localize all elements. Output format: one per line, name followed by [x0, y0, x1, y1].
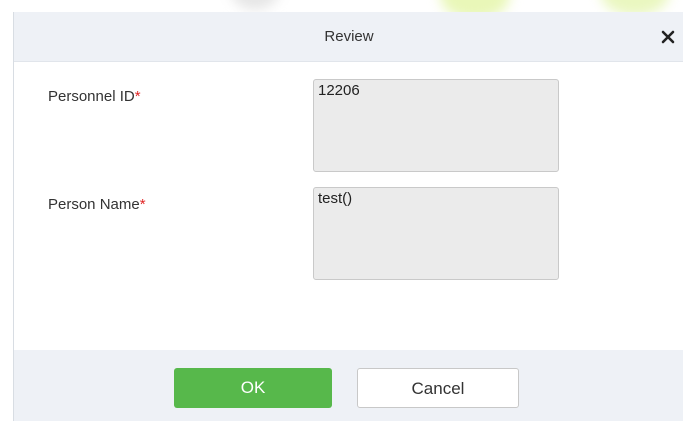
- cancel-button[interactable]: Cancel: [357, 368, 519, 408]
- person-name-label-text: Person Name: [48, 196, 140, 213]
- required-marker: *: [139, 196, 146, 213]
- dialog-header: Review: [14, 12, 683, 62]
- dialog-footer: OK Cancel: [14, 350, 683, 421]
- dialog-title: Review: [324, 28, 374, 45]
- close-icon[interactable]: [656, 25, 680, 49]
- personnel-id-label-text: Personnel ID: [48, 88, 135, 105]
- required-marker: *: [134, 88, 141, 105]
- review-dialog: Review Personnel ID* 12206 Person Name* …: [13, 12, 683, 421]
- person-name-label: Person Name*: [48, 196, 146, 213]
- background-decoration: [230, 0, 280, 10]
- person-name-field[interactable]: test(): [313, 187, 559, 280]
- page-backdrop: Review Personnel ID* 12206 Person Name* …: [0, 0, 683, 421]
- personnel-id-field[interactable]: 12206: [313, 79, 559, 172]
- personnel-id-label: Personnel ID*: [48, 88, 141, 105]
- ok-button[interactable]: OK: [174, 368, 332, 408]
